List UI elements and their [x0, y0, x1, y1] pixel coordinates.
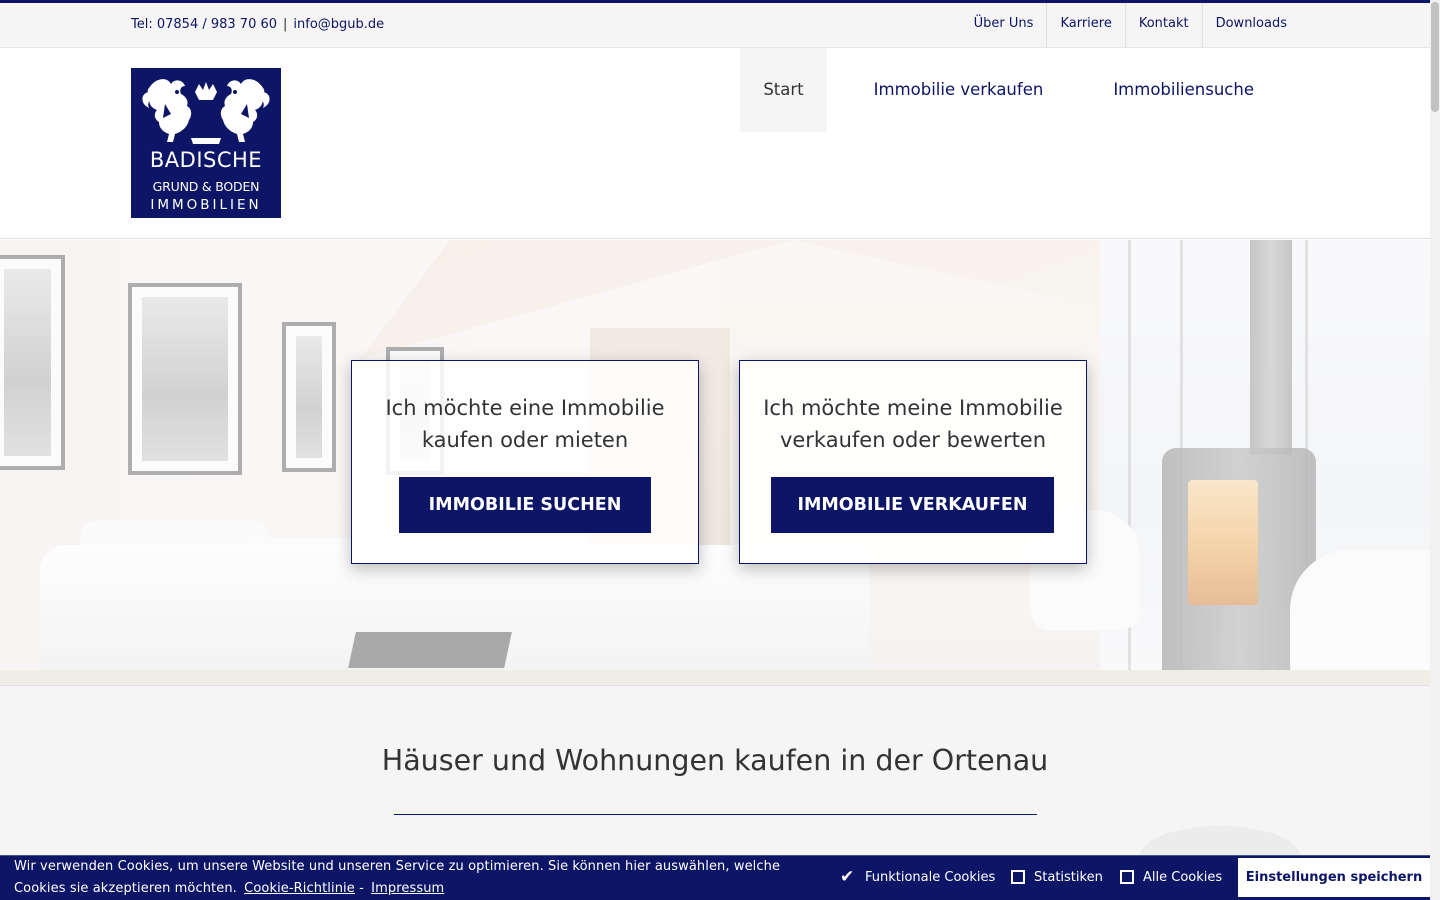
nav-link-karriere[interactable]: Karriere: [1046, 3, 1124, 47]
imprint-link[interactable]: Impressum: [371, 881, 444, 896]
cta-buy-heading: Ich möchte eine Immobilie kaufen oder mi…: [385, 396, 665, 452]
contact-info: Tel: 07854 / 983 70 60 | info@bgub.de: [131, 17, 384, 32]
griffin-crest-icon: [142, 79, 270, 144]
contact-separator: |: [283, 17, 288, 32]
utility-bar: Tel: 07854 / 983 70 60 | info@bgub.de Über…: [0, 3, 1430, 48]
nav-link-downloads[interactable]: Downloads: [1201, 3, 1300, 47]
checkbox-icon[interactable]: [1011, 870, 1025, 884]
nav-link-kontakt[interactable]: Kontakt: [1124, 3, 1202, 47]
cookie-option-functional[interactable]: ✔ Funktionale Cookies: [840, 866, 995, 888]
cookie-option-all[interactable]: Alle Cookies: [1120, 866, 1222, 888]
company-logo[interactable]: BADISCHE GRUND & BODEN IMMOBILIEN: [131, 68, 281, 218]
logo-line-2: GRUND & BODEN: [152, 179, 260, 194]
cookie-consent-bar: Wir verwenden Cookies, um unsere Website…: [0, 855, 1430, 900]
nav-item-immobiliensuche[interactable]: Immobiliensuche: [1090, 48, 1277, 132]
search-property-button[interactable]: IMMOBILIE SUCHEN: [399, 477, 651, 533]
cookie-policy-link[interactable]: Cookie-Richtlinie: [244, 881, 355, 896]
email-link[interactable]: info@bgub.de: [293, 17, 384, 32]
checkmark-icon: ✔: [840, 867, 855, 887]
sell-property-button[interactable]: IMMOBILIE VERKAUFEN: [771, 477, 1054, 533]
hero-banner: Ich möchte eine Immobilie kaufen oder mi…: [0, 240, 1430, 685]
phone-link[interactable]: Tel: 07854 / 983 70 60: [131, 17, 277, 32]
cookie-option-statistics[interactable]: Statistiken: [1011, 866, 1103, 888]
page-scrollbar[interactable]: [1430, 0, 1440, 900]
logo-line-3: IMMOBILIEN: [150, 197, 262, 213]
cta-box-sell: Ich möchte meine Immobilie verkaufen ode…: [739, 360, 1087, 564]
section-title: Häuser und Wohnungen kaufen in der Orten…: [381, 744, 1049, 777]
nav-item-start[interactable]: Start: [740, 48, 827, 132]
cookie-link-separator: -: [359, 881, 364, 896]
cookie-message: Wir verwenden Cookies, um unsere Website…: [14, 859, 781, 896]
section-divider: [394, 814, 1037, 815]
scrollbar-thumb[interactable]: [1431, 2, 1439, 112]
checkbox-icon[interactable]: [1120, 870, 1134, 884]
cta-sell-heading: Ich möchte meine Immobilie verkaufen ode…: [763, 396, 1063, 452]
main-nav: Start Immobilie verkaufen Immobiliensuch…: [716, 48, 1277, 132]
logo-line-1: BADISCHE: [149, 148, 263, 172]
save-settings-button[interactable]: Einstellungen speichern: [1238, 858, 1430, 897]
site-header: BADISCHE GRUND & BODEN IMMOBILIEN Start …: [0, 48, 1430, 239]
cta-box-buy: Ich möchte eine Immobilie kaufen oder mi…: [351, 360, 699, 564]
nav-item-immobilie-verkaufen[interactable]: Immobilie verkaufen: [851, 48, 1067, 132]
nav-link-ueber-uns[interactable]: Über Uns: [961, 3, 1047, 47]
secondary-nav: Über Uns Karriere Kontakt Downloads: [961, 3, 1300, 47]
